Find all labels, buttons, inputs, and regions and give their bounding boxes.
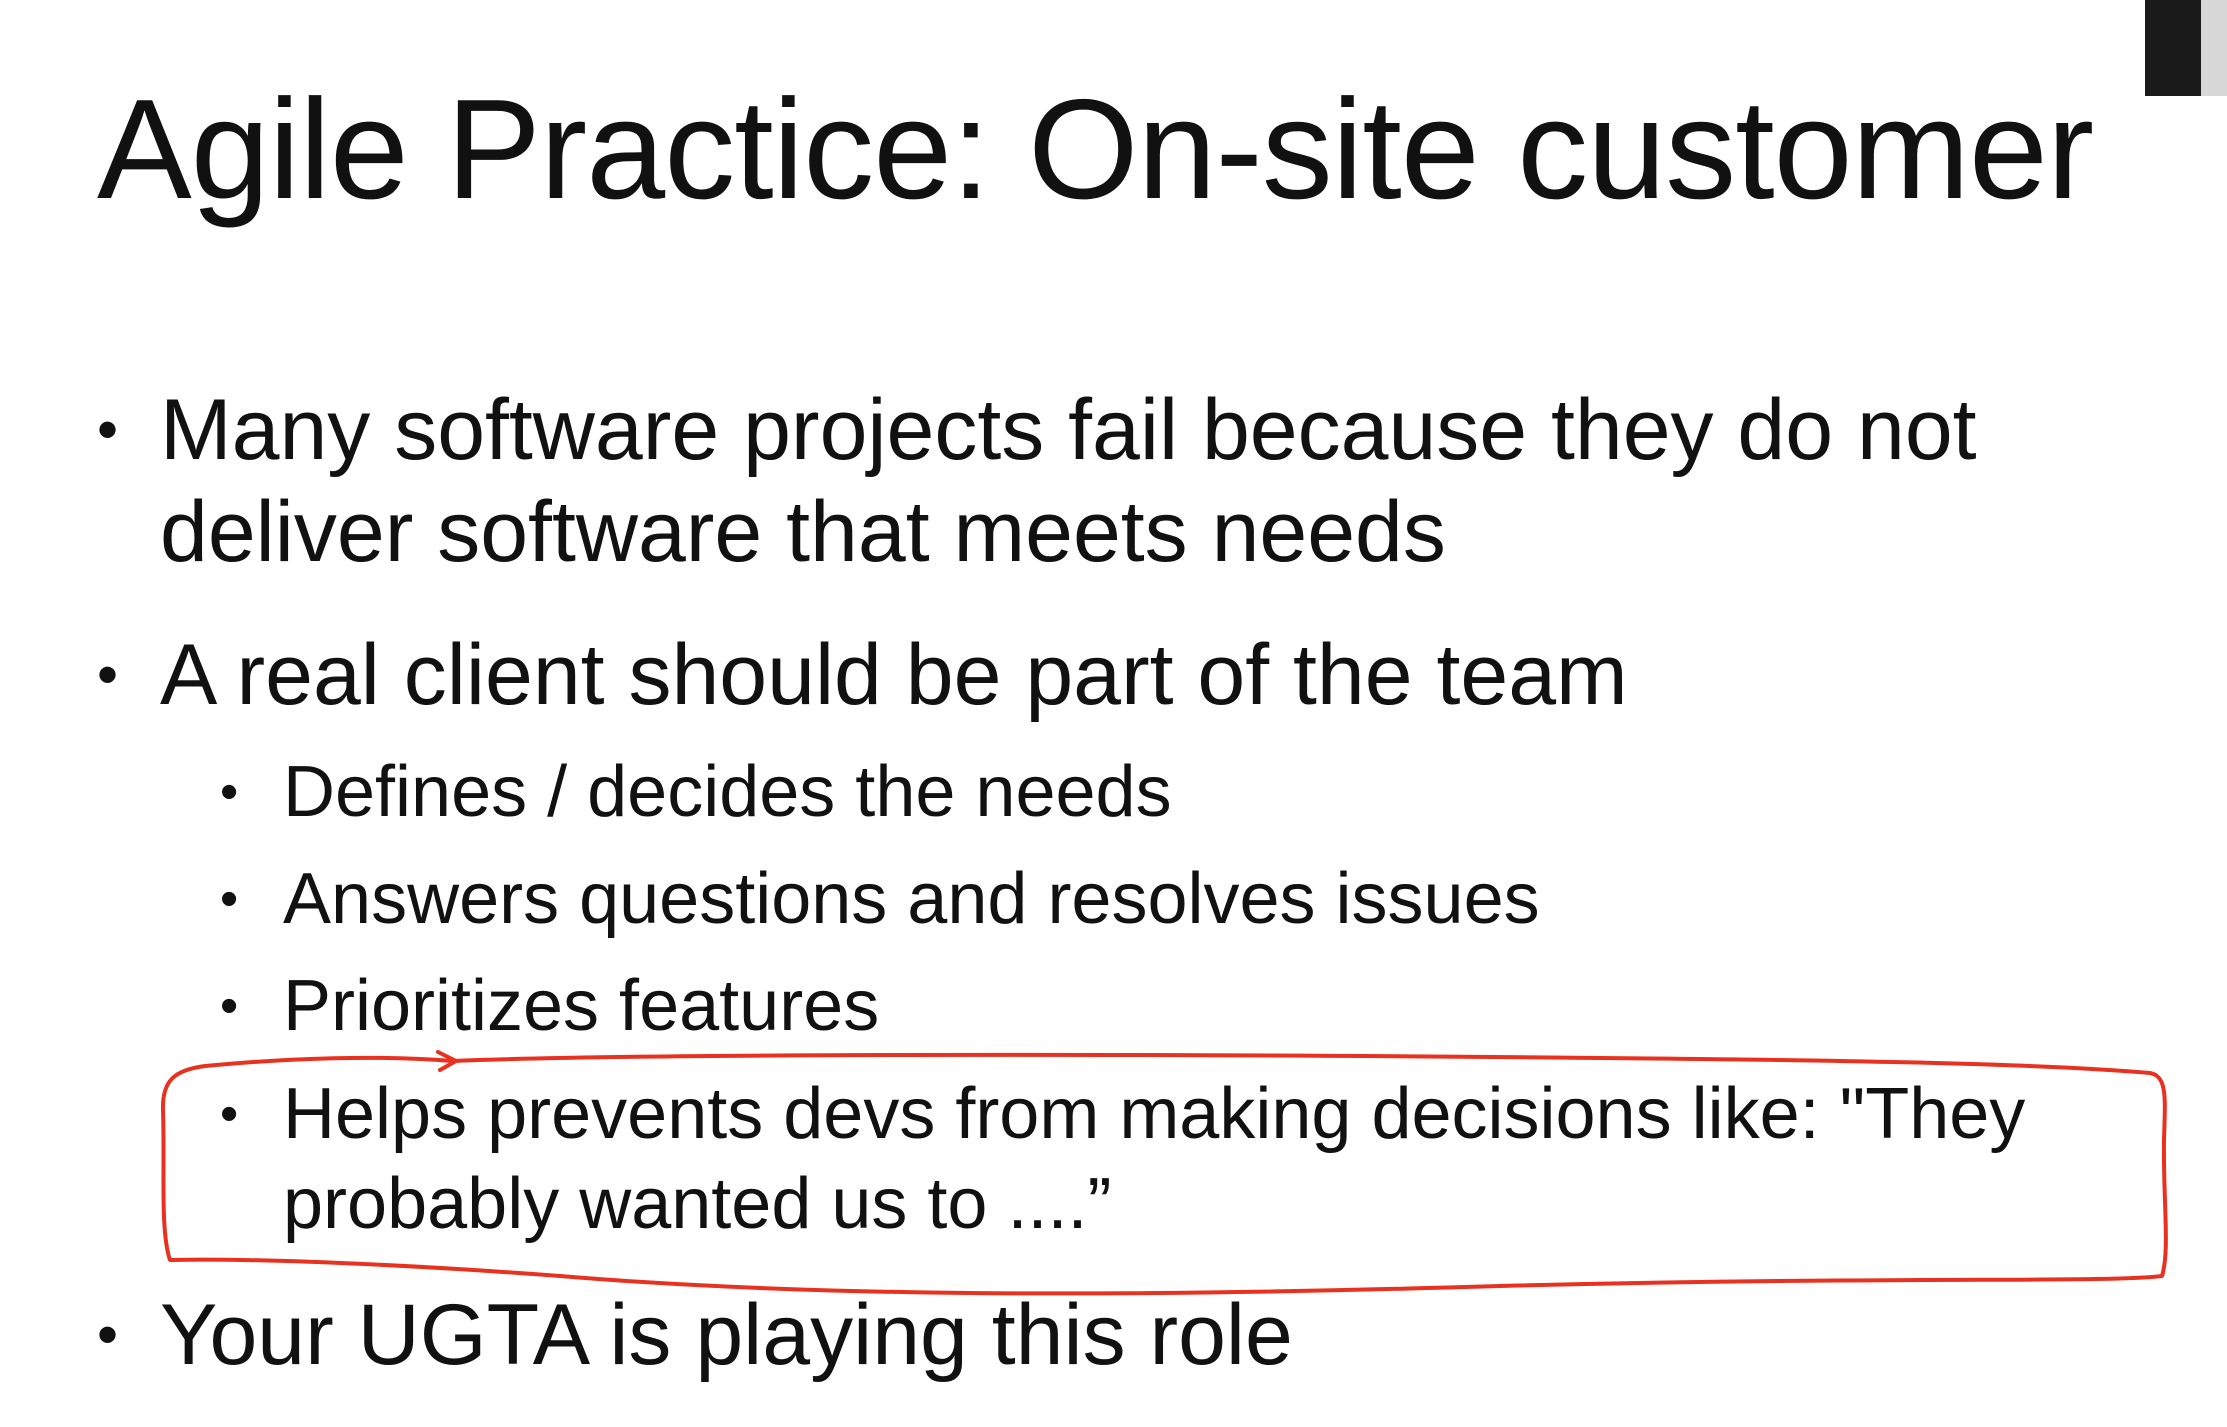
webcam-person	[2201, 0, 2227, 96]
sub-bullet-dot: •	[220, 763, 239, 821]
bullet-dot: •	[97, 641, 119, 708]
bullet-text-line-1: Many software projects fail because they…	[160, 382, 1977, 478]
bullet-text-line-2: deliver software that meets needs	[160, 484, 1446, 580]
bullet-dot: •	[97, 1301, 119, 1368]
sub-bullet-text: Answers questions and resolves issues	[283, 859, 1540, 939]
bullet-dot: •	[97, 396, 119, 463]
sub-bullet-text: Defines / decides the needs	[283, 752, 1172, 832]
slide-title: Agile Practice: On-site customer	[97, 70, 2094, 229]
webcam-thumbnail	[2145, 0, 2227, 96]
sub-bullet-text-line-1: Helps prevents devs from making decision…	[283, 1074, 2026, 1154]
sub-bullet-dot: •	[220, 870, 239, 928]
bullet-text: A real client should be part of the team	[160, 627, 1628, 723]
bullet-text: Your UGTA is playing this role	[160, 1287, 1293, 1383]
sub-bullet-dot: •	[220, 1085, 239, 1143]
ink-arrow-tip	[436, 1050, 458, 1072]
sub-bullet-text-line-2: probably wanted us to ....”	[283, 1164, 1112, 1244]
sub-bullet-dot: •	[220, 977, 239, 1035]
sub-bullet-text: Prioritizes features	[283, 966, 880, 1046]
